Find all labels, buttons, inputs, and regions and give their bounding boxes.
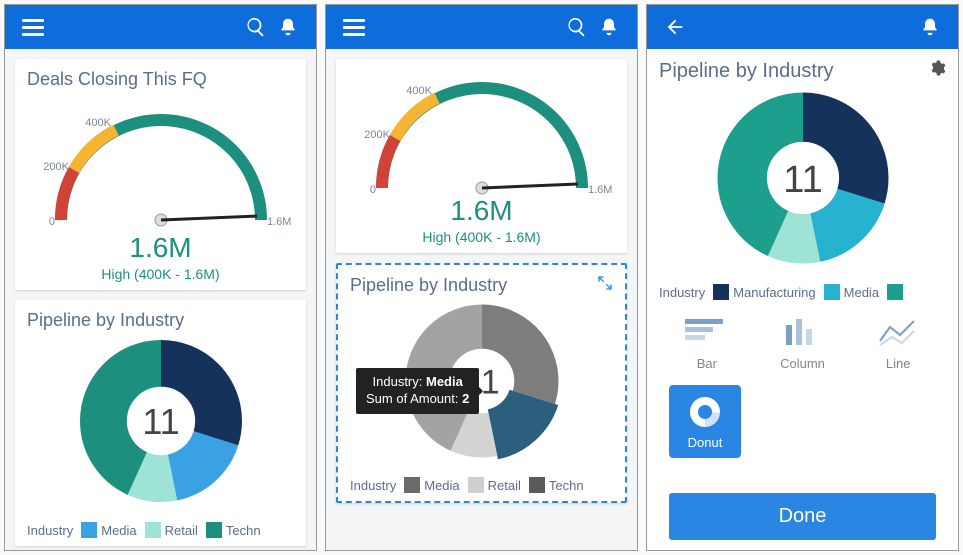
gauge-card-title: Deals Closing This FQ <box>27 69 294 90</box>
chart-editor-title: Pipeline by Industry <box>659 59 946 83</box>
search-icon[interactable] <box>244 15 268 39</box>
screen-2-body: 0 200K 400K 1.6M 1.6M High (400K - 1.6M)… <box>326 49 637 550</box>
pipeline-card[interactable]: Pipeline by Industry 11 Industry Media R… <box>15 300 306 546</box>
gauge-value: 1.6M <box>348 195 615 227</box>
legend-label: Industry <box>350 478 396 493</box>
done-button[interactable]: Done <box>669 493 936 540</box>
donut-center-value: 11 <box>783 159 822 201</box>
screen-3-body: Pipeline by Industry 11 Industry Manufac… <box>647 49 958 550</box>
donut-chart-large: 11 <box>659 83 946 278</box>
chart-type-donut-selected[interactable]: Donut <box>669 385 741 458</box>
expand-icon[interactable] <box>597 275 613 296</box>
legend-item: Techn <box>529 477 584 493</box>
column-icon <box>774 314 830 350</box>
app-header <box>326 5 637 49</box>
donut-icon <box>688 395 722 429</box>
donut-chart-muted: 11 Industry: Media Sum of Amount: 2 <box>350 296 613 471</box>
legend-item: Media <box>824 284 879 300</box>
tooltip-label: Industry: <box>373 374 423 389</box>
legend-text: Techn <box>549 478 584 493</box>
donut-center-value: 11 <box>142 401 179 442</box>
pipeline-title-text: Pipeline by Industry <box>350 275 507 296</box>
tooltip-value: Media <box>426 374 463 389</box>
tooltip-value: 2 <box>462 391 469 406</box>
pipeline-legend: Industry Media Retail Techn <box>27 522 294 538</box>
editor-legend: Industry Manufacturing Media <box>659 284 946 300</box>
gauge-chart: 0 200K 400K 1.6M 1.6M High (400K - 1.6M) <box>348 63 615 245</box>
settings-icon[interactable] <box>928 59 946 83</box>
tooltip-label: Sum of Amount: <box>366 391 459 406</box>
pipeline-card-title: Pipeline by Industry <box>350 275 613 296</box>
gauge-tick-400k: 400K <box>406 85 432 97</box>
title-text: Pipeline by Industry <box>659 60 834 83</box>
gauge-card[interactable]: 0 200K 400K 1.6M 1.6M High (400K - 1.6M) <box>336 59 627 253</box>
chart-tooltip: Industry: Media Sum of Amount: 2 <box>356 368 479 414</box>
chart-type-selected-row: Donut <box>659 385 946 458</box>
gauge-subtext: High (400K - 1.6M) <box>27 266 294 282</box>
legend-item: Retail <box>145 522 198 538</box>
gauge-tick-200k: 200K <box>43 161 69 173</box>
chart-type-picker: Bar Column Line <box>659 314 946 371</box>
legend-item: Techn <box>206 522 261 538</box>
pipeline-card-selected[interactable]: Pipeline by Industry 11 Industry: Media … <box>336 263 627 503</box>
screen-1-body: Deals Closing This FQ 0 200K 400K 1.6M 1… <box>5 49 316 550</box>
chart-type-selected-label: Donut <box>688 435 723 450</box>
legend-text: Techn <box>226 523 261 538</box>
legend-item: Media <box>81 522 136 538</box>
gauge-tick-200k: 200K <box>364 129 390 141</box>
pipeline-title-text: Pipeline by Industry <box>27 310 184 331</box>
line-icon <box>870 314 926 350</box>
pipeline-legend: Industry Media Retail Techn <box>350 477 613 493</box>
chart-type-label: Column <box>780 356 825 371</box>
notifications-icon[interactable] <box>597 15 621 39</box>
back-icon[interactable] <box>663 15 687 39</box>
screen-1: Deals Closing This FQ 0 200K 400K 1.6M 1… <box>4 4 317 551</box>
donut-chart: 11 <box>27 331 294 516</box>
gauge-tick-0: 0 <box>48 216 54 228</box>
pipeline-card-title: Pipeline by Industry <box>27 310 294 331</box>
gauge-title-text: Deals Closing This FQ <box>27 69 207 90</box>
legend-label: Industry <box>27 523 73 538</box>
legend-text: Media <box>424 478 459 493</box>
legend-item: Media <box>404 477 459 493</box>
menu-icon[interactable] <box>342 15 366 39</box>
legend-swatch-extra <box>887 284 903 300</box>
app-header <box>647 5 958 49</box>
menu-icon[interactable] <box>21 15 45 39</box>
search-icon[interactable] <box>565 15 589 39</box>
chart-type-label: Bar <box>697 356 717 371</box>
legend-text: Manufacturing <box>733 285 815 300</box>
legend-text: Retail <box>165 523 198 538</box>
bar-icon <box>679 314 735 350</box>
legend-text: Media <box>844 285 879 300</box>
gauge-tick-max: 1.6M <box>588 184 612 196</box>
legend-label: Industry <box>659 285 705 300</box>
legend-item: Manufacturing <box>713 284 815 300</box>
screen-3: Pipeline by Industry 11 Industry Manufac… <box>646 4 959 551</box>
legend-item: Retail <box>468 477 521 493</box>
app-header <box>5 5 316 49</box>
gauge-subtext: High (400K - 1.6M) <box>348 229 615 245</box>
gauge-chart: 0 200K 400K 1.6M 1.6M High (400K - 1.6M) <box>27 90 294 282</box>
chart-type-line[interactable]: Line <box>863 314 933 371</box>
chart-type-label: Line <box>886 356 911 371</box>
screen-2: 0 200K 400K 1.6M 1.6M High (400K - 1.6M)… <box>325 4 638 551</box>
done-button-label: Done <box>779 505 827 527</box>
gauge-tick-max: 1.6M <box>267 216 291 228</box>
legend-text: Retail <box>488 478 521 493</box>
chart-type-column[interactable]: Column <box>767 314 837 371</box>
gauge-tick-0: 0 <box>369 184 375 196</box>
legend-text: Media <box>101 523 136 538</box>
gauge-tick-400k: 400K <box>85 117 111 129</box>
chart-type-bar[interactable]: Bar <box>672 314 742 371</box>
notifications-icon[interactable] <box>918 15 942 39</box>
notifications-icon[interactable] <box>276 15 300 39</box>
gauge-value: 1.6M <box>27 232 294 264</box>
gauge-card[interactable]: Deals Closing This FQ 0 200K 400K 1.6M 1… <box>15 59 306 290</box>
